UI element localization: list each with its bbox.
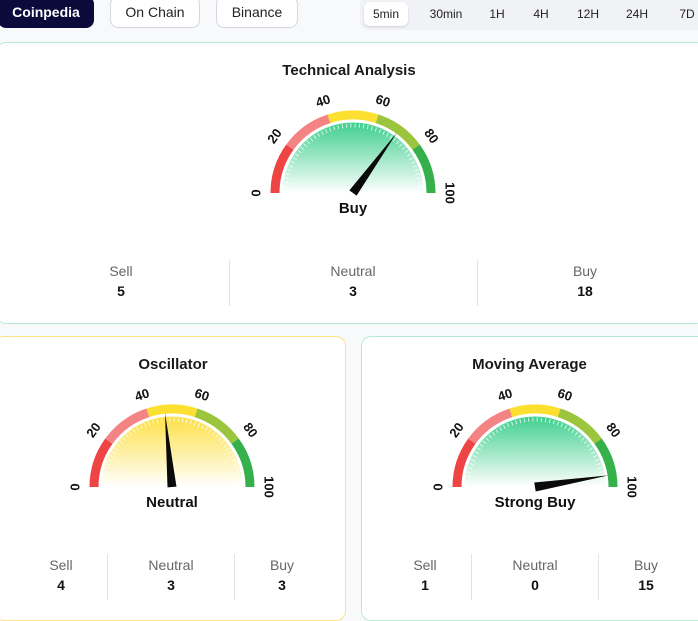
divider — [598, 554, 599, 600]
moving-average-neutral-stat: Neutral 0 — [495, 557, 575, 593]
moving-average-neutral-count: 0 — [495, 577, 575, 593]
moving-average-neutral-label: Neutral — [495, 557, 575, 573]
gauge-tick-label: 80 — [603, 420, 624, 441]
gauge-tick-label: 20 — [446, 420, 467, 441]
moving-average-sell-stat: Sell 1 — [385, 557, 465, 593]
gauge-minor-tick — [524, 418, 525, 422]
gauge-minor-tick — [545, 418, 546, 422]
moving-average-buy-label: Buy — [606, 557, 686, 573]
moving-average-sell-count: 1 — [385, 577, 465, 593]
gauge-tick-label: 40 — [496, 385, 514, 404]
gauge-segment-40-60 — [511, 409, 559, 413]
moving-average-sell-label: Sell — [385, 557, 465, 573]
gauge-minor-tick — [466, 476, 470, 477]
gauge-tick-label: 100 — [625, 476, 640, 498]
gauge-tick-label: 60 — [556, 385, 574, 404]
moving-average-buy-count: 15 — [606, 577, 686, 593]
gauge-tick-label: 0 — [430, 483, 445, 490]
moving-average-gauge: 0 20 40 60 80 100 Strong Buy — [0, 0, 698, 618]
divider — [471, 554, 472, 600]
gauge-verdict-label: Strong Buy — [495, 494, 576, 511]
moving-average-buy-stat: Buy 15 — [606, 557, 686, 593]
